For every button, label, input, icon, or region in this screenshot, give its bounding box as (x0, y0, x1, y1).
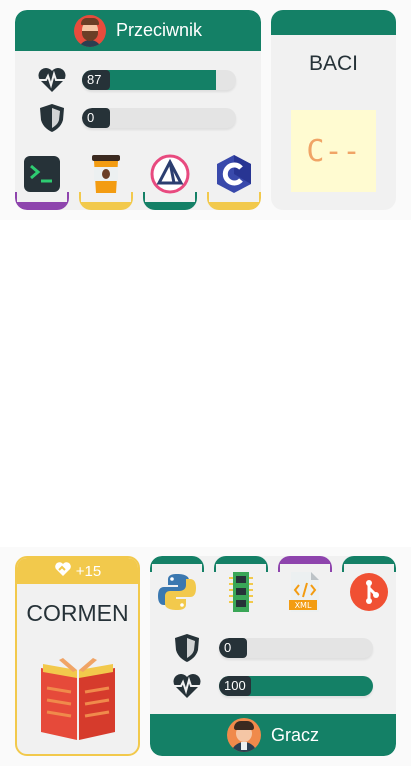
opponent-hand-card[interactable] (15, 146, 69, 210)
card-header: +15 (17, 558, 138, 584)
book-icon (33, 654, 123, 744)
player-shield-bar: 0 (219, 638, 373, 658)
player-avatar (226, 718, 261, 752)
code-art: C-- (291, 110, 376, 192)
opponent-hand-card[interactable] (207, 146, 261, 210)
opponent-hand-card[interactable] (79, 146, 133, 210)
opponent-hand-card[interactable] (143, 146, 197, 210)
player-hand-card[interactable] (342, 556, 396, 622)
opponent-shield-value: 0 (82, 108, 110, 128)
opponent-health-value: 87 (82, 70, 110, 90)
player-health-bar: 100 (219, 676, 373, 696)
player-shield-value: 0 (219, 638, 247, 658)
player-health-value: 100 (219, 676, 251, 696)
player-health-row: 100 (172, 671, 373, 701)
git-icon (344, 564, 394, 620)
heal-bonus: +15 (75, 562, 102, 580)
shield-icon (37, 103, 67, 133)
player-name: Gracz (270, 724, 319, 745)
heal-heart-icon (54, 561, 72, 581)
player-footer: Gracz (150, 714, 396, 756)
terminal-icon (17, 146, 67, 202)
player-hand-card[interactable]: XML (278, 556, 332, 622)
opponent-health-row: 87 (37, 65, 236, 95)
player-shield-row: 0 (172, 633, 373, 663)
opponent-health-bar: 87 (82, 70, 236, 90)
c-language-icon (209, 146, 259, 202)
player-hand-card[interactable] (150, 556, 204, 622)
card-header (271, 10, 396, 35)
svg-text:XML: XML (295, 601, 312, 610)
shield-icon (172, 633, 202, 663)
coffee-cup-icon (81, 146, 131, 202)
ram-stick-icon (216, 564, 266, 620)
xml-file-icon: XML (280, 564, 330, 620)
opponent-panel: Przeciwnik 87 0 (15, 10, 261, 210)
opponent-header: Przeciwnik (15, 10, 261, 51)
card-title: BACI (308, 52, 358, 75)
opponent-played-card[interactable]: BACI C-- (271, 10, 396, 210)
card-title: CORMEN (26, 600, 129, 626)
opponent-avatar (73, 14, 106, 47)
player-played-card[interactable]: +15 CORMEN (15, 556, 140, 756)
triangle-logo-icon (145, 146, 195, 202)
python-icon (152, 564, 202, 620)
player-hand-card[interactable] (214, 556, 268, 622)
game-screen: Przeciwnik 87 0 BACI C-- +15 CORMEN XML … (0, 0, 411, 766)
heartbeat-icon (37, 65, 67, 95)
opponent-name: Przeciwnik (115, 20, 203, 40)
opponent-shield-row: 0 (37, 103, 236, 133)
heartbeat-icon (172, 671, 202, 701)
opponent-shield-bar: 0 (82, 108, 236, 128)
player-panel: XML 0 100 Gracz (150, 556, 396, 756)
